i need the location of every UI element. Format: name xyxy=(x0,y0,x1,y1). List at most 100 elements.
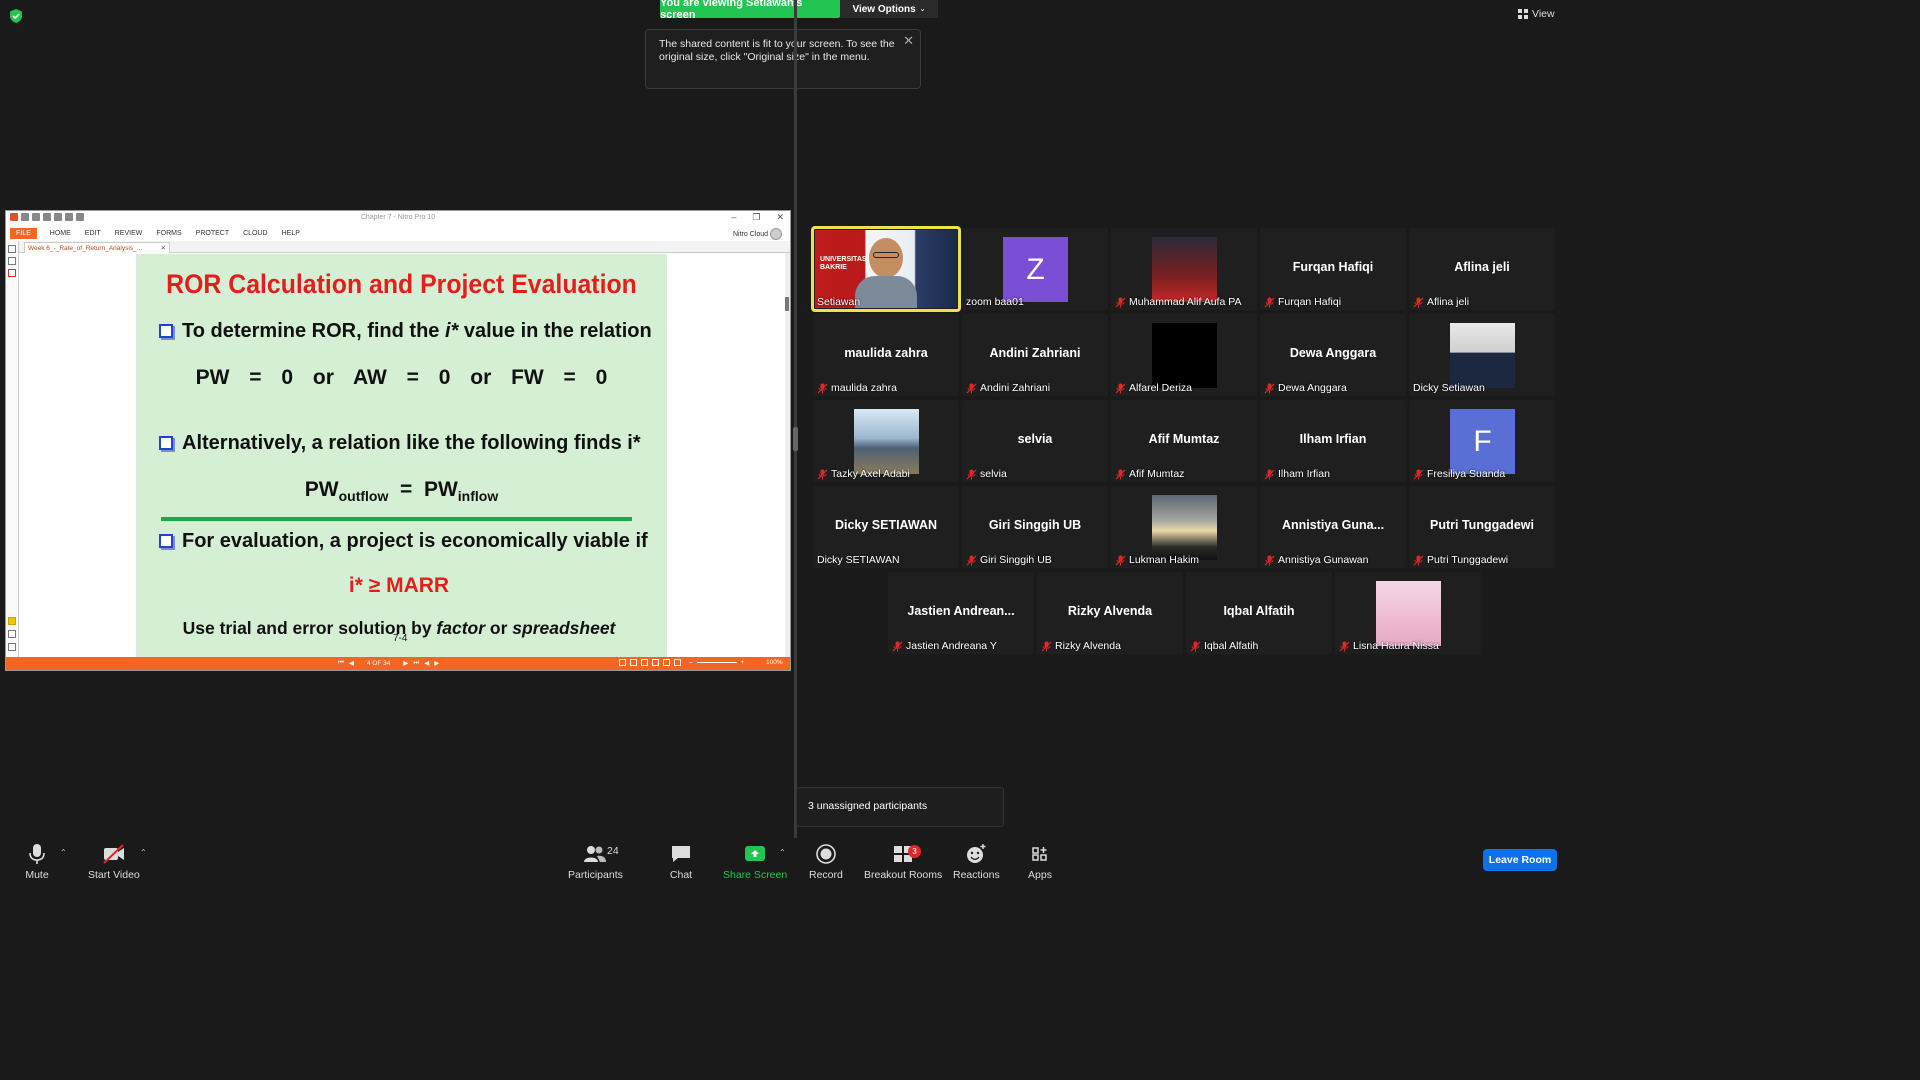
participant-tile[interactable]: selvia selvia xyxy=(962,400,1108,482)
zoom-out-icon[interactable]: – xyxy=(689,659,693,666)
reactions-button[interactable]: Reactions xyxy=(953,842,1000,881)
start-video-label: Start Video xyxy=(88,869,140,881)
start-video-button[interactable]: Start Video xyxy=(88,842,140,881)
participant-tile[interactable]: UNIVERSITAS BAKRIE Setiawan xyxy=(811,226,961,312)
participant-tile[interactable]: Annistiya Guna... Annistiya Gunawan xyxy=(1260,486,1406,568)
participant-tile[interactable]: F Fresiliya Suanda xyxy=(1409,400,1555,482)
minimize-icon[interactable]: – xyxy=(731,212,736,223)
participant-tile[interactable]: Dicky SETIAWAN Dicky SETIAWAN xyxy=(813,486,959,568)
participant-tile[interactable]: Iqbal Alfatih Iqbal Alfatih xyxy=(1186,572,1332,654)
share-screen-button[interactable]: Share Screen xyxy=(723,842,787,881)
participant-name: Iqbal Alfatih xyxy=(1204,640,1259,652)
window-controls: – ❐ ✕ xyxy=(731,212,784,223)
attachments-icon[interactable] xyxy=(8,269,16,277)
last-page-icon[interactable]: ⏭ xyxy=(413,659,419,667)
breakout-rooms-button[interactable]: Breakout Rooms xyxy=(864,842,942,881)
shared-screen-nitro-window: Chapter 7 - Nitro Pro 10 – ❐ ✕ FILE HOME… xyxy=(5,210,791,671)
participant-photo xyxy=(1152,495,1217,560)
audio-options-chevron-up-icon[interactable]: ⌃ xyxy=(60,848,67,857)
facing-icon[interactable] xyxy=(641,659,648,666)
record-button[interactable]: Record xyxy=(809,842,843,881)
zoom-level[interactable]: 100% xyxy=(766,659,783,666)
participant-tile[interactable]: Tazky Axel Adabi xyxy=(813,400,959,482)
close-icon[interactable]: ✕ xyxy=(776,212,784,223)
participant-tile[interactable]: Dewa Anggara Dewa Anggara xyxy=(1260,314,1406,396)
view-mode-icons: – + xyxy=(619,659,744,666)
close-icon[interactable]: ✕ xyxy=(903,34,914,47)
participant-tile[interactable]: Ilham Irfian Ilham Irfian xyxy=(1260,400,1406,482)
participant-tile[interactable]: Aflina jeli Aflina jeli xyxy=(1409,228,1555,310)
menu-cloud[interactable]: CLOUD xyxy=(243,230,268,237)
first-page-icon[interactable]: ⏮ xyxy=(338,659,344,667)
fit-width-icon[interactable] xyxy=(663,659,670,666)
muted-microphone-icon xyxy=(1115,297,1126,308)
menu-help[interactable]: HELP xyxy=(282,230,300,237)
footer-text-b: or xyxy=(485,618,513,638)
participant-tile[interactable]: Giri Singgih UB Giri Singgih UB xyxy=(962,486,1108,568)
back-icon[interactable]: ◀ xyxy=(424,659,429,667)
menu-file[interactable]: FILE xyxy=(10,228,37,239)
apps-icon xyxy=(1032,847,1047,861)
participant-tile[interactable]: Andini Zahriani Andini Zahriani xyxy=(962,314,1108,396)
equation-pw-outflow-inflow: PWoutflow = PWinflow xyxy=(136,478,667,504)
participant-name: Aflina jeli xyxy=(1427,296,1470,308)
participant-tile[interactable]: Alfarel Deriza xyxy=(1111,314,1257,396)
zoom-in-icon[interactable]: + xyxy=(741,659,745,666)
participant-photo xyxy=(1450,323,1515,388)
nitro-cloud-account[interactable]: Nitro Cloud xyxy=(733,228,782,240)
participant-tile[interactable]: Rizky Alvenda Rizky Alvenda xyxy=(1037,572,1183,654)
encryption-shield-icon[interactable] xyxy=(8,8,24,24)
participant-display-name: Furqan Hafiqi xyxy=(1292,260,1374,274)
participant-tile[interactable]: Lukman Hakim xyxy=(1111,486,1257,568)
scrollbar-thumb[interactable] xyxy=(785,297,789,311)
maximize-icon[interactable]: ❐ xyxy=(752,212,760,223)
chat-button[interactable]: Chat xyxy=(668,842,694,881)
forward-icon[interactable]: ▶ xyxy=(434,659,439,667)
participant-tile[interactable]: Dicky Setiawan xyxy=(1409,314,1555,396)
participant-tile[interactable]: Putri Tunggadewi Putri Tunggadewi xyxy=(1409,486,1555,568)
participant-tile[interactable]: Lisna Haura Nissa xyxy=(1335,572,1481,654)
vertical-scrollbar[interactable] xyxy=(785,253,790,657)
bookmarks-icon[interactable] xyxy=(8,257,16,265)
single-page-icon[interactable] xyxy=(619,659,626,666)
participant-name: Furqan Hafiqi xyxy=(1278,296,1342,308)
signatures-icon[interactable] xyxy=(8,630,16,638)
participant-tile[interactable]: Jastien Andrean... Jastien Andreana Y xyxy=(888,572,1034,654)
close-icon[interactable]: ✕ xyxy=(161,244,169,252)
pages-icon[interactable] xyxy=(8,245,16,253)
page-indicator[interactable]: 4 OF 34 xyxy=(367,660,390,667)
document-tab[interactable]: Week 6_-_Rate_of_Return_Analysis_... ✕ xyxy=(24,242,170,253)
video-options-chevron-up-icon[interactable]: ⌃ xyxy=(140,848,147,857)
participant-name: Dewa Anggara xyxy=(1278,382,1347,394)
participant-tile[interactable]: Zzoom baa01 xyxy=(962,228,1108,310)
participant-tile[interactable]: Muhammad Alif Aufa PA xyxy=(1111,228,1257,310)
participant-tile[interactable]: maulida zahra maulida zahra xyxy=(813,314,959,396)
menu-home[interactable]: HOME xyxy=(50,230,71,237)
fit-page-icon[interactable] xyxy=(674,659,681,666)
continuous-icon[interactable] xyxy=(630,659,637,666)
menu-forms[interactable]: FORMS xyxy=(156,230,181,237)
menu-edit[interactable]: EDIT xyxy=(85,230,101,237)
view-options-button[interactable]: View Options ⌄ xyxy=(840,0,938,18)
previous-page-icon[interactable]: ◀ xyxy=(349,659,354,667)
facing-continuous-icon[interactable] xyxy=(652,659,659,666)
split-divider[interactable] xyxy=(794,0,797,838)
zoom-slider[interactable] xyxy=(696,662,737,663)
participant-tile[interactable]: Afif Mumtaz Afif Mumtaz xyxy=(1111,400,1257,482)
apps-button[interactable]: Apps xyxy=(1027,842,1053,881)
comments-icon[interactable] xyxy=(8,617,16,625)
university-logo-text: UNIVERSITAS BAKRIE xyxy=(820,256,867,271)
menu-review[interactable]: REVIEW xyxy=(115,230,143,237)
view-button[interactable]: View xyxy=(1518,8,1555,20)
participant-name: Jastien Andreana Y xyxy=(906,640,997,652)
leave-room-button[interactable]: Leave Room xyxy=(1483,849,1557,871)
participant-display-name: Annistiya Guna... xyxy=(1281,518,1385,532)
output-icon[interactable] xyxy=(8,643,16,651)
menu-protect[interactable]: PROTECT xyxy=(196,230,229,237)
next-page-icon[interactable]: ▶ xyxy=(403,659,408,667)
share-options-chevron-up-icon[interactable]: ⌃ xyxy=(779,848,786,857)
divider-handle[interactable] xyxy=(793,427,798,451)
participant-tile[interactable]: Furqan Hafiqi Furqan Hafiqi xyxy=(1260,228,1406,310)
mute-button[interactable]: Mute xyxy=(24,842,50,881)
unassigned-participants-popup[interactable]: 3 unassigned participants xyxy=(796,787,1004,827)
